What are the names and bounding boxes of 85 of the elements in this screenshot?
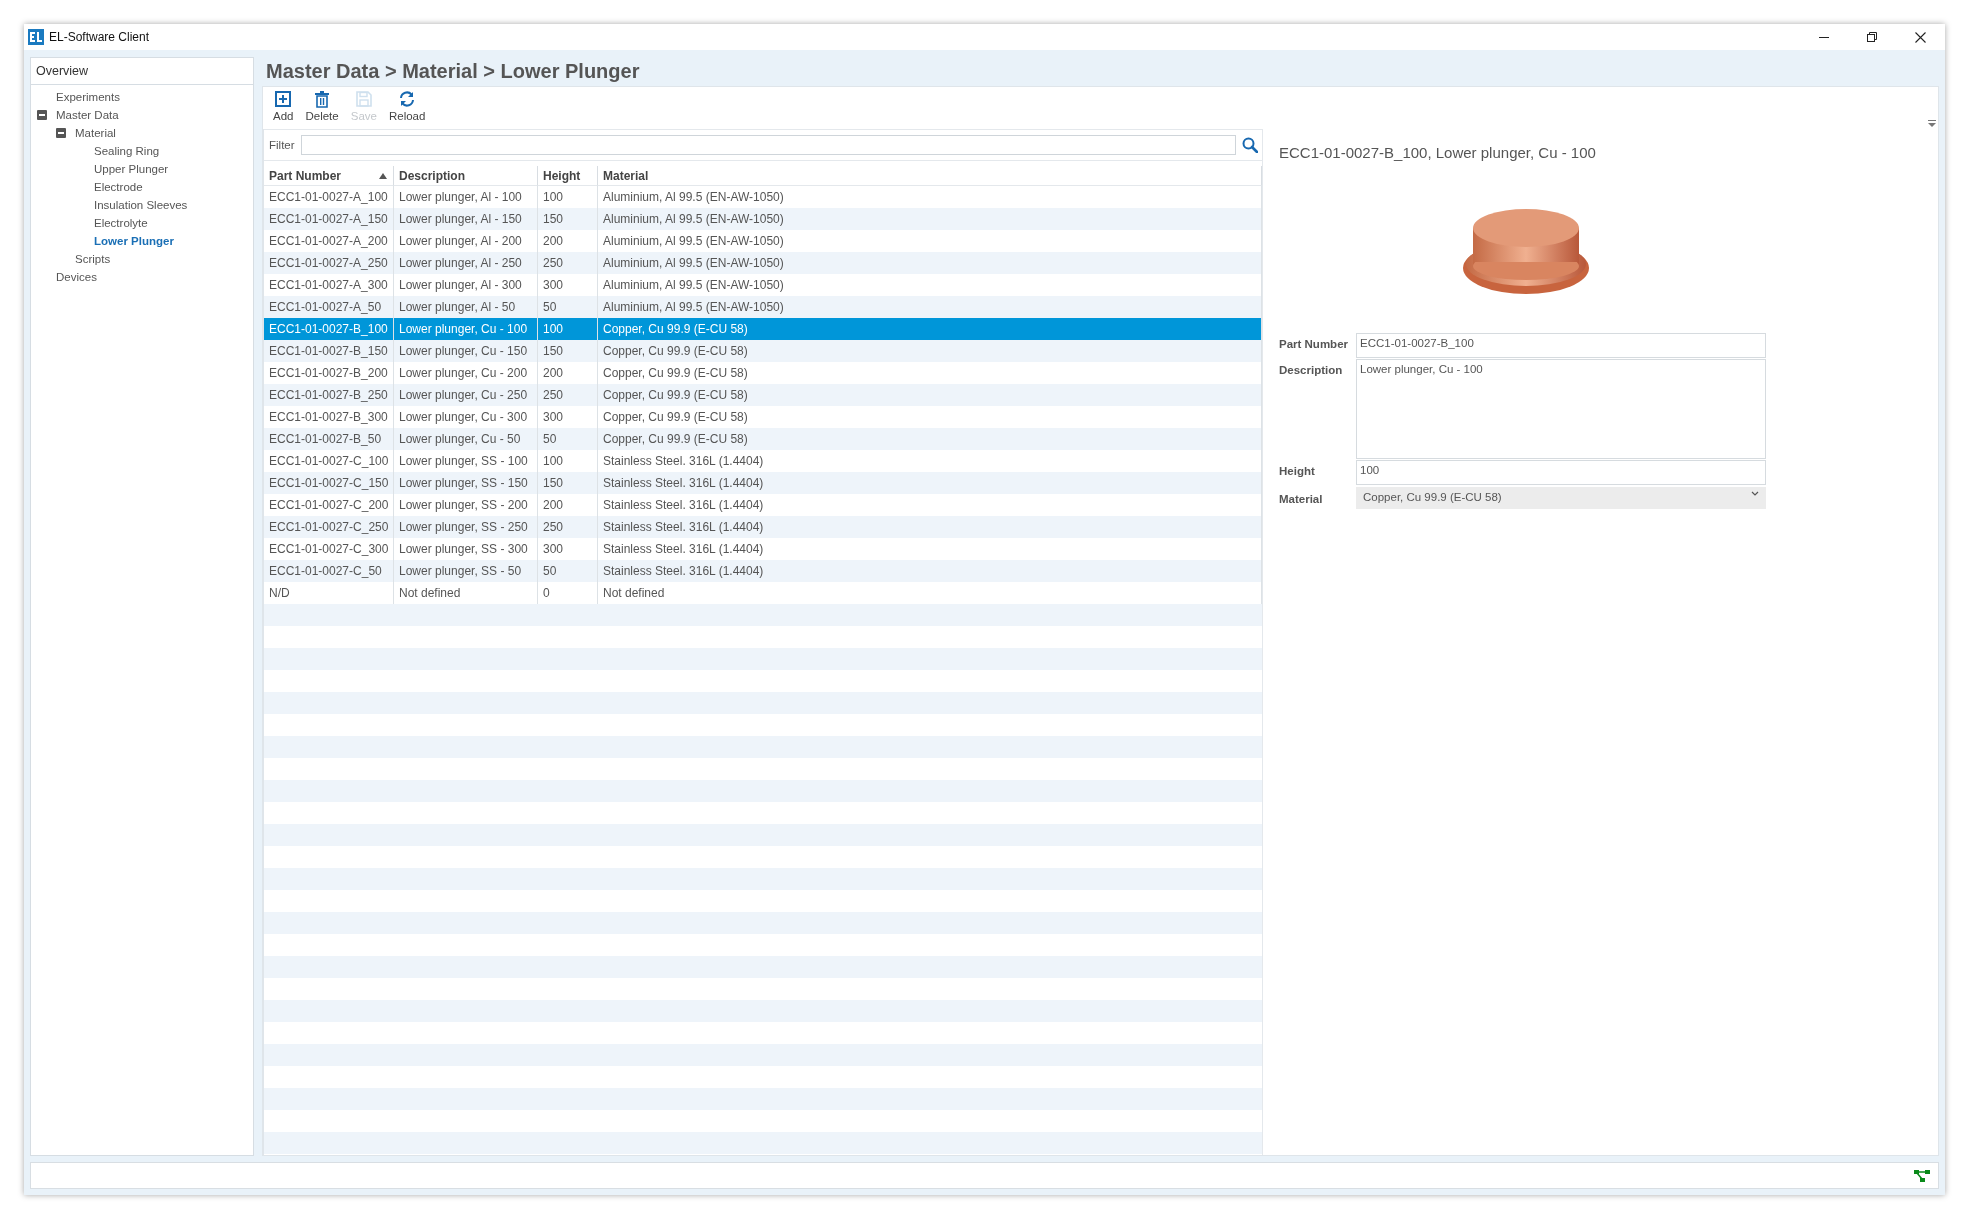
table-cell[interactable]: 50 [538,296,598,318]
table-cell[interactable]: Copper, Cu 99.9 (E-CU 58) [598,340,1262,362]
table-cell[interactable]: Lower plunger, SS - 150 [394,472,538,494]
table-cell[interactable]: 250 [538,252,598,274]
table-cell[interactable]: 250 [538,516,598,538]
dropdown-value: Copper, Cu 99.9 (E-CU 58) [1363,491,1502,505]
table-cell[interactable]: Lower plunger, SS - 250 [394,516,538,538]
column-title: Material [603,167,649,185]
column-title: Description [399,167,465,185]
overflow-icon[interactable] [1928,119,1936,127]
detail-title: ECC1-01-0027-B_100, Lower plunger, Cu - 100 [1279,144,1597,161]
table-cell[interactable]: Copper, Cu 99.9 (E-CU 58) [598,384,1262,406]
trash-icon [313,90,332,108]
table-cell[interactable]: Copper, Cu 99.9 (E-CU 58) [598,428,1262,450]
field-label: Part Number [1279,337,1350,352]
table-cell[interactable]: Aluminium, Al 99.5 (EN-AW-1050) [598,208,1262,230]
add-icon [274,90,293,108]
app-logo-icon [28,29,44,45]
field-label: Material [1279,492,1324,507]
tree-item[interactable]: Master Data [56,109,119,121]
table-cell[interactable]: 50 [538,560,598,582]
table-cell[interactable]: 150 [538,472,598,494]
table-cell[interactable]: ECC1-01-0027-A_50 [264,296,394,318]
tree-item[interactable]: Lower Plunger [94,235,174,247]
dropdown[interactable]: Copper, Cu 99.9 (E-CU 58) [1356,487,1766,509]
search-icon[interactable] [1242,137,1258,153]
table-cell[interactable]: Lower plunger, SS - 50 [394,560,538,582]
field-label: Height [1279,464,1316,479]
reload-button[interactable]: Reload [382,90,432,122]
column-header[interactable]: Part Number [264,166,394,186]
table-cell[interactable]: ECC1-01-0027-C_50 [264,560,394,582]
table-cell[interactable]: Stainless Steel. 316L (1.4404) [598,560,1262,582]
table-cell[interactable]: Stainless Steel. 316L (1.4404) [598,516,1262,538]
tree-item[interactable]: Electrode [94,181,143,193]
delete-button[interactable]: Delete [299,90,345,122]
collapse-icon[interactable] [37,110,47,120]
table-cell[interactable]: Lower plunger, Al - 250 [394,252,538,274]
table-cell[interactable]: Aluminium, Al 99.5 (EN-AW-1050) [598,296,1262,318]
page-title: Master Data > Material > Lower Plunger [265,59,641,84]
table-cell[interactable]: Stainless Steel. 316L (1.4404) [598,472,1262,494]
text-field[interactable]: ECC1-01-0027-B_100 [1356,333,1766,358]
table-cell[interactable]: ECC1-01-0027-A_150 [264,208,394,230]
tree-item[interactable]: Upper Plunger [94,163,169,175]
tree-item[interactable]: Material [75,127,116,139]
table-cell[interactable]: Aluminium, Al 99.5 (EN-AW-1050) [598,252,1262,274]
column-header[interactable]: Description [394,166,538,186]
table-cell[interactable]: Lower plunger, Cu - 250 [394,384,538,406]
table-cell[interactable]: ECC1-01-0027-C_150 [264,472,394,494]
text-area[interactable]: Lower plunger, Cu - 100 [1356,359,1766,459]
tree-item[interactable]: Electrolyte [94,217,148,229]
table-cell[interactable]: ECC1-01-0027-B_250 [264,384,394,406]
column-title: Part Number [269,167,342,185]
column-header[interactable]: Height [538,166,598,186]
filter-label: Filter [269,139,295,151]
add-button[interactable]: Add [267,90,300,122]
chevron-down-icon [1751,491,1759,497]
tree-item[interactable]: Scripts [75,253,111,265]
connection-tree-icon [1914,1169,1930,1182]
reload-icon [398,90,417,108]
filter-field[interactable] [300,135,1236,155]
table-cell[interactable]: ECC1-01-0027-A_250 [264,252,394,274]
close-icon[interactable] [1915,31,1926,43]
table-cell[interactable]: Lower plunger, Cu - 150 [394,340,538,362]
table-cell[interactable]: ECC1-01-0027-B_150 [264,340,394,362]
table-cell[interactable]: Lower plunger, Al - 50 [394,296,538,318]
tree-item[interactable]: Sealing Ring [94,145,160,157]
table-cell[interactable]: ECC1-01-0027-B_50 [264,428,394,450]
table-cell[interactable]: Lower plunger, Al - 150 [394,208,538,230]
restore-icon[interactable] [1867,32,1877,42]
table-cell[interactable]: 250 [538,384,598,406]
column-header[interactable]: Material [598,166,1262,186]
table-cell[interactable]: ECC1-01-0027-C_250 [264,516,394,538]
tree-item[interactable]: Insulation Sleeves [94,199,188,211]
column-title: Height [543,167,581,185]
collapse-icon[interactable] [56,128,66,138]
table-cell[interactable]: Lower plunger, Cu - 50 [394,428,538,450]
tree-item[interactable]: Experiments [56,91,120,103]
table-cell[interactable]: 150 [538,340,598,362]
table-cell[interactable]: 50 [538,428,598,450]
tree-item[interactable]: Devices [56,271,97,283]
overview-header[interactable]: Overview [31,58,253,85]
table-cell[interactable]: 150 [538,208,598,230]
window-title: EL-Software Client [49,30,151,44]
field-label: Description [1279,363,1344,378]
text-field[interactable]: 100 [1356,460,1766,485]
